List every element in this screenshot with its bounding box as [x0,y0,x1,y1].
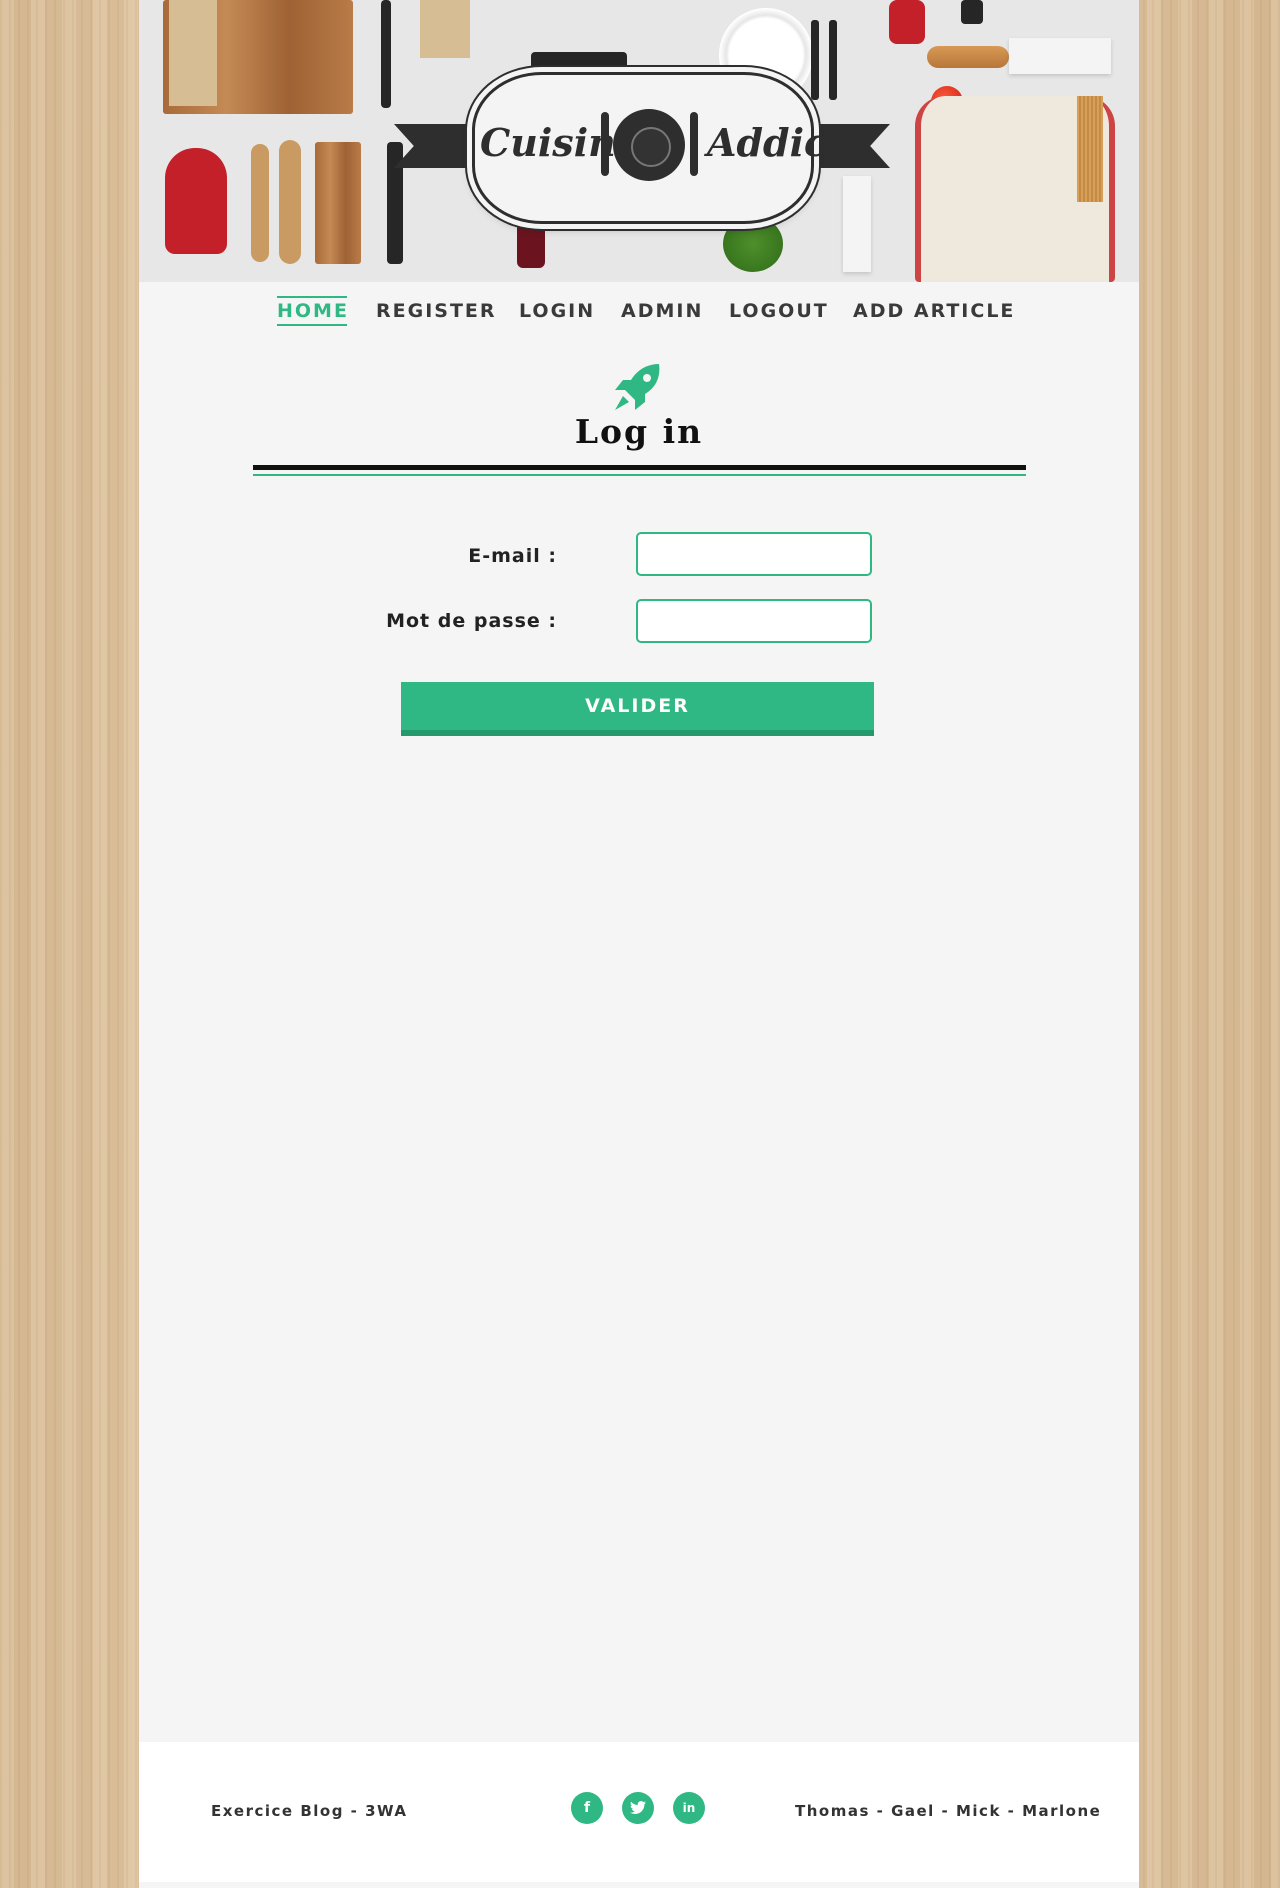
page-container: Cuisine Addict HOME REGISTER LOGIN ADMIN… [139,0,1139,1888]
email-field[interactable] [636,532,872,576]
wrapped-bottle-image [843,176,871,272]
submit-button[interactable]: VALIDER [401,682,874,736]
linkedin-icon[interactable]: in [673,1792,705,1824]
footer-left-text: Exercice Blog - 3WA [211,1802,408,1820]
nav-login[interactable]: LOGIN [519,300,595,322]
bottle-image [961,0,983,24]
fork-image [251,144,269,262]
password-field[interactable] [636,599,872,643]
logo-knife-icon [690,112,698,176]
paper-box-image [420,0,470,58]
plant-image [723,216,783,272]
twitter-bird-icon [630,1801,646,1815]
fork-image-2 [811,20,819,100]
spoon-image-2 [829,20,837,100]
nav-admin[interactable]: ADMIN [621,300,703,322]
logo-text-right: Addict [707,120,845,165]
spatula-image [387,142,403,264]
logo-fork-icon [601,112,609,176]
password-label: Mot de passe : [386,610,557,632]
jam-jar-image [517,222,545,268]
napkin-image [1009,38,1111,74]
title-divider-accent [253,474,1026,476]
footer: Exercice Blog - 3WA f in Thomas - Gael -… [139,1742,1139,1882]
knife-image [381,0,391,108]
paper-bag-image [169,0,217,106]
email-label: E-mail : [468,545,557,567]
baguette-image [927,46,1009,68]
nav-home[interactable]: HOME [277,296,349,326]
nav-add-article[interactable]: ADD ARTICLE [853,300,1015,322]
small-board-image [315,142,361,264]
meat-image [889,0,925,44]
oven-mitt-image [165,148,227,254]
facebook-icon[interactable]: f [571,1792,603,1824]
spoon-image [279,140,301,264]
main-nav: HOME REGISTER LOGIN ADMIN LOGOUT ADD ART… [139,282,1139,342]
title-divider [253,465,1026,470]
twitter-icon[interactable] [622,1792,654,1824]
header-banner: Cuisine Addict [139,0,1139,282]
nav-register[interactable]: REGISTER [376,300,497,322]
spaghetti-image [1077,96,1103,202]
nav-logout[interactable]: LOGOUT [729,300,829,322]
page-title: Log in [574,412,704,451]
footer-right-text: Thomas - Gael - Mick - Marlone [795,1802,1102,1820]
logo-plate-center [631,127,671,167]
rocket-icon [615,364,660,410]
